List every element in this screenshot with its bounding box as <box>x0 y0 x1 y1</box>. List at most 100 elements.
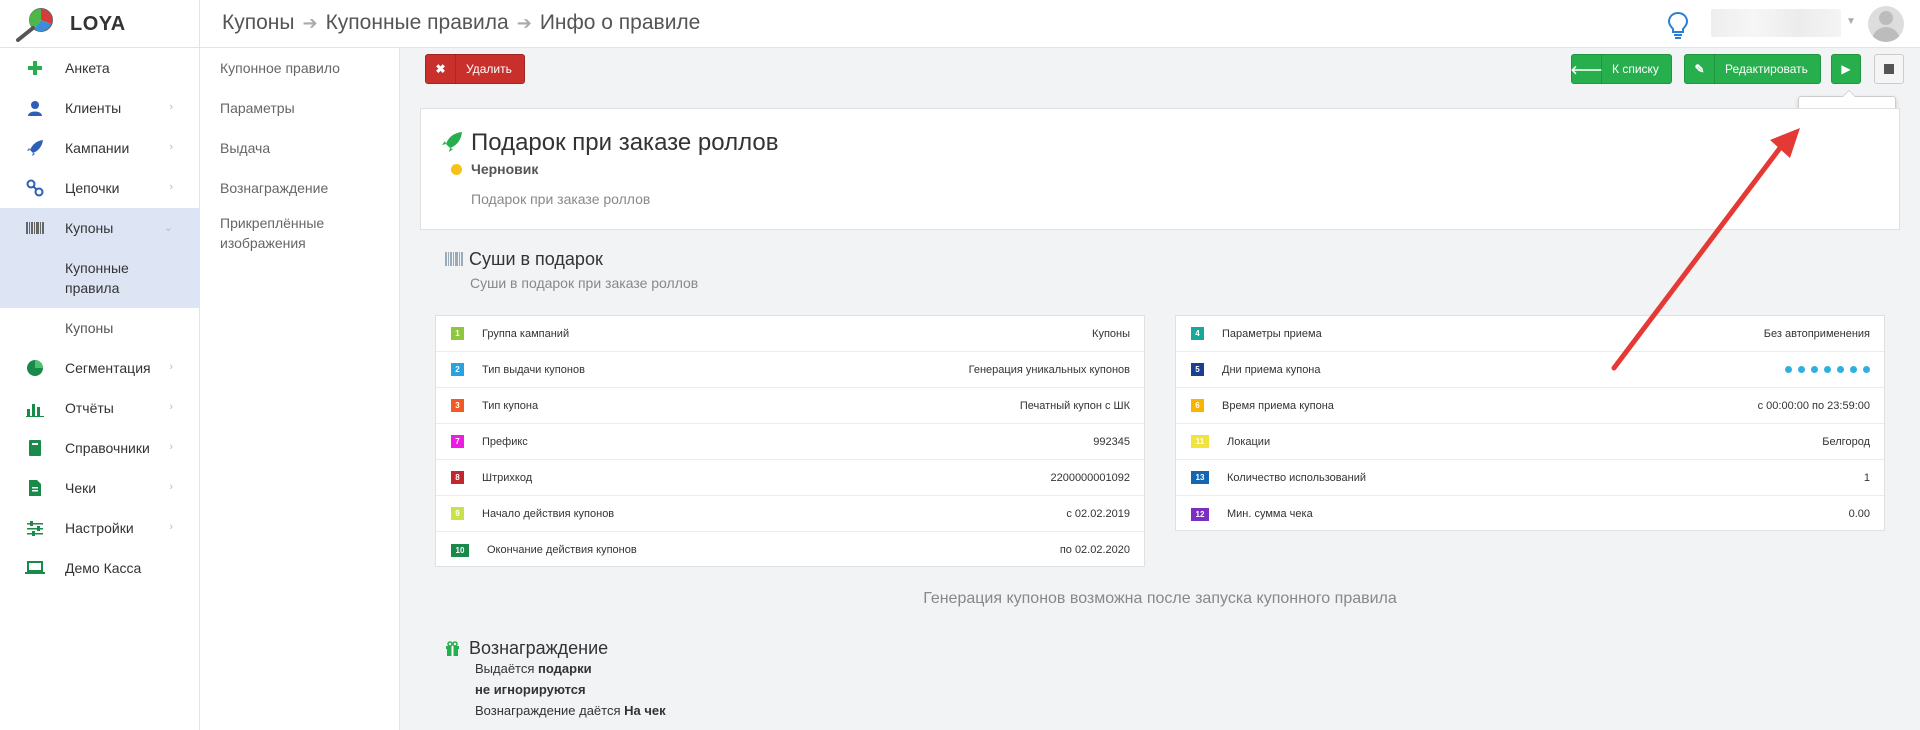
back-button-label: К списку <box>1612 62 1659 76</box>
barcode-icon <box>445 252 463 271</box>
bar-chart-icon <box>24 397 46 419</box>
submenu-item-parameters[interactable]: Параметры <box>200 88 399 128</box>
sidebar-item-receipts[interactable]: Чеки › <box>0 468 199 508</box>
sidebar-subitem-coupons[interactable]: Купоны <box>0 308 199 348</box>
receipt-icon <box>24 477 46 499</box>
edit-button[interactable]: ✎ Редактировать <box>1684 54 1821 84</box>
plus-icon <box>24 57 46 79</box>
sidebar-item-demo-cash[interactable]: Демо Касса <box>0 548 199 588</box>
top-bar: LOYA Купоны ➔ Купонные правила ➔ Инфо о … <box>0 0 1920 48</box>
weekday-dot <box>1811 366 1818 373</box>
row-number-badge: 5 <box>1191 363 1204 376</box>
generation-notice: Генерация купонов возможна после запуска… <box>923 590 1397 607</box>
chevron-right-icon: › <box>169 181 173 193</box>
sidebar-item-segmentation[interactable]: Сегментация › <box>0 348 199 388</box>
weekday-dot <box>1837 366 1844 373</box>
sidebar-item-directories[interactable]: Справочники › <box>0 428 199 468</box>
row-label: Штрихкод <box>482 471 533 484</box>
submenu-item-coupon-rule[interactable]: Купонное правило <box>200 48 399 88</box>
logo-icon <box>14 6 56 42</box>
row-number-badge: 13 <box>1191 471 1209 484</box>
table-row: 8 Штрихкод 2200000001092 <box>436 460 1144 496</box>
submenu-item-issuance[interactable]: Выдача <box>200 128 399 168</box>
rule-section-menu: Купонное правило Параметры Выдача Вознаг… <box>200 48 400 730</box>
sidebar-item-settings[interactable]: Настройки › <box>0 508 199 548</box>
row-value: 1 <box>1863 471 1870 484</box>
row-label: Группа кампаний <box>482 327 570 340</box>
sliders-icon <box>24 517 46 539</box>
rocket-icon <box>441 131 463 153</box>
row-number-badge: 11 <box>1191 435 1209 448</box>
edit-button-label: Редактировать <box>1725 62 1808 76</box>
sidebar-subitem-label: Купоны <box>65 320 114 336</box>
user-name[interactable] <box>1711 9 1841 37</box>
row-label: Параметры приема <box>1222 327 1322 340</box>
row-value: 0.00 <box>1848 508 1870 520</box>
user-icon <box>24 97 46 119</box>
submenu-item-reward[interactable]: Вознаграждение <box>200 168 399 208</box>
table-row: 10 Окончание действия купонов по 02.02.2… <box>436 532 1144 568</box>
weekday-dots <box>1785 366 1870 373</box>
row-value: Генерация уникальных купонов <box>968 363 1130 376</box>
arrow-left-icon: 🡐 <box>1570 54 1603 84</box>
sidebar-item-label: Кампании <box>65 140 130 156</box>
sidebar-item-form[interactable]: Анкета <box>0 48 199 88</box>
chevron-down-icon[interactable]: ▼ <box>1846 16 1856 27</box>
row-label: Тип выдачи купонов <box>482 363 585 376</box>
breadcrumb-item-rules[interactable]: Купонные правила <box>326 11 509 35</box>
row-label: Мин. сумма чека <box>1227 508 1313 520</box>
sidebar-item-clients[interactable]: Клиенты › <box>0 88 199 128</box>
back-to-list-button[interactable]: 🡐 К списку <box>1570 54 1672 84</box>
row-label: Время приема купона <box>1222 399 1334 412</box>
row-label: Окончание действия купонов <box>487 544 637 556</box>
submenu-item-images[interactable]: Прикреплённые изображения <box>200 208 399 258</box>
app-name: LOYA <box>70 12 126 35</box>
row-value: Белгород <box>1822 435 1870 448</box>
avatar[interactable] <box>1868 6 1904 42</box>
laptop-icon <box>24 557 46 579</box>
chevron-right-icon: › <box>169 101 173 113</box>
chevron-right-icon: › <box>169 141 173 153</box>
chevron-right-icon: › <box>169 521 173 533</box>
row-label: Начало действия купонов <box>482 507 615 520</box>
rule-description: Подарок при заказе роллов <box>471 191 651 207</box>
pencil-icon: ✎ <box>1685 54 1715 84</box>
lightbulb-icon[interactable] <box>1664 10 1692 40</box>
rocket-icon <box>24 137 46 159</box>
reward-value: не игнорируются <box>475 682 586 697</box>
breadcrumb: Купоны ➔ Купонные правила ➔ Инфо о прави… <box>222 11 700 35</box>
status-dot <box>451 164 462 175</box>
status-badge: Черновик <box>471 161 539 177</box>
sidebar-item-label: Настройки <box>65 520 134 536</box>
logo[interactable]: LOYA <box>14 6 199 42</box>
start-button[interactable]: ▶ <box>1831 54 1861 84</box>
chevron-right-icon: › <box>169 401 173 413</box>
coupon-params-left: 1 Группа кампаний Купоны 2 Тип выдачи ку… <box>435 315 1145 567</box>
arrow-right-icon: ➔ <box>302 12 318 33</box>
row-number-badge: 7 <box>451 435 464 448</box>
sidebar-item-chains[interactable]: Цепочки › <box>0 168 199 208</box>
table-row: 7 Префикс 992345 <box>436 424 1144 460</box>
sidebar-item-label: Демо Касса <box>65 560 142 576</box>
delete-button[interactable]: ✖ Удалить <box>425 54 525 84</box>
sidebar-item-label: Анкета <box>65 60 110 76</box>
sidebar-item-campaigns[interactable]: Кампании › <box>0 128 199 168</box>
coupon-title: Суши в подарок <box>469 249 603 269</box>
row-number-badge: 8 <box>451 471 464 484</box>
row-value: 2200000001092 <box>1050 471 1130 484</box>
row-value: 992345 <box>1093 435 1130 448</box>
sidebar-item-label: Чеки <box>65 480 97 496</box>
table-row: 13 Количество использований 1 <box>1176 460 1884 496</box>
sidebar-item-coupons[interactable]: Купоны ⌄ <box>0 208 199 248</box>
table-row: 11 Локации Белгород <box>1176 424 1884 460</box>
play-icon: ▶ <box>1841 62 1851 76</box>
weekday-dot <box>1798 366 1805 373</box>
sidebar-item-label: Отчёты <box>65 400 114 416</box>
row-number-badge: 4 <box>1191 327 1204 340</box>
stop-button[interactable] <box>1874 54 1904 84</box>
sidebar-item-reports[interactable]: Отчёты › <box>0 388 199 428</box>
breadcrumb-item-coupons[interactable]: Купоны <box>222 11 294 35</box>
chevron-down-icon: ⌄ <box>163 222 173 234</box>
sidebar-subitem-coupon-rules[interactable]: Купонные правила <box>0 248 199 308</box>
table-row: 5 Дни приема купона <box>1176 352 1884 388</box>
